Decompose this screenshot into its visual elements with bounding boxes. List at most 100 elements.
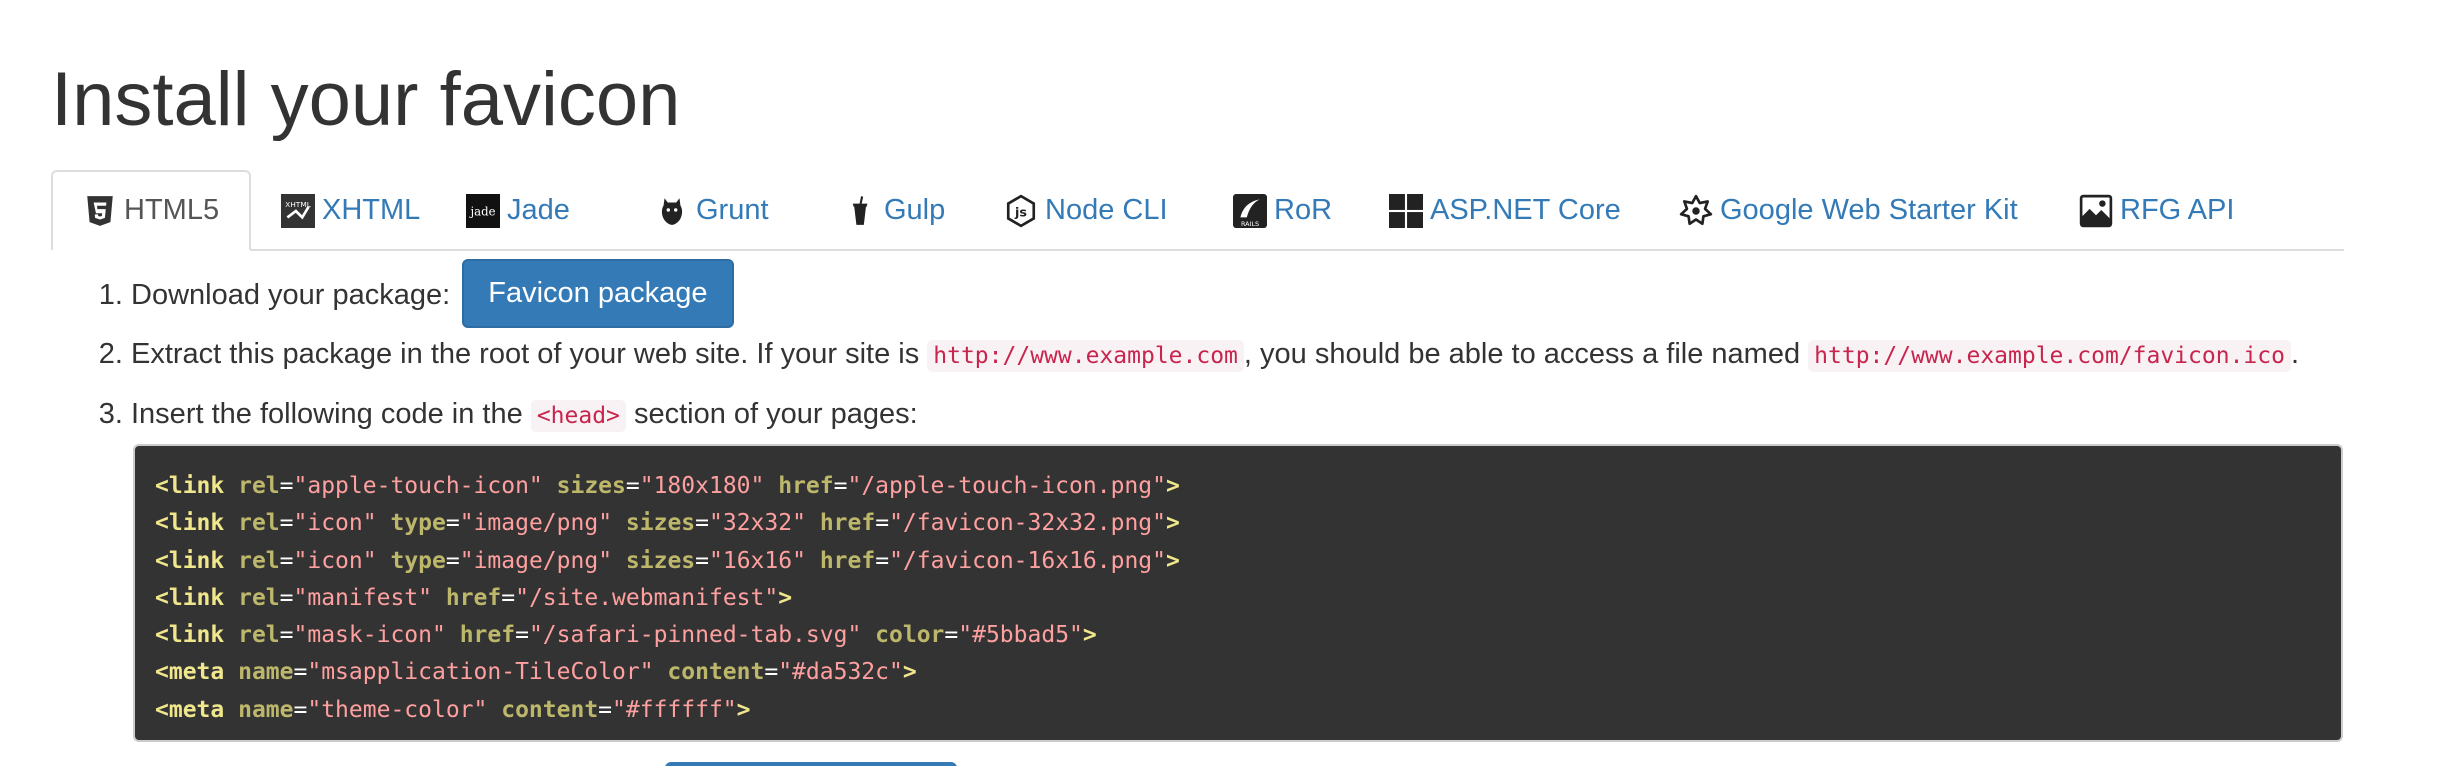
code-value: "/site.webmanifest" — [515, 584, 779, 611]
step-3: Insert the following code in the <head> … — [131, 394, 918, 435]
step-3-prefix: Insert the following code in the — [131, 398, 531, 430]
code-equals: = — [293, 659, 308, 686]
code-value: "icon" — [293, 510, 377, 537]
tab-jade[interactable]: jade Jade — [466, 170, 570, 251]
code-line: <link rel="mask-icon" href="/safari-pinn… — [155, 617, 2321, 654]
code-value: "image/png" — [459, 510, 613, 537]
code-attr: href — [445, 584, 502, 611]
tab-label: Google Web Starter Kit — [1720, 194, 2018, 226]
tab-html5[interactable]: HTML5 — [51, 170, 252, 251]
code-attr: href — [459, 622, 516, 649]
code-attr: type — [390, 547, 446, 574]
tab-rfg-api[interactable]: RFG API — [2079, 170, 2234, 251]
code-attr: href — [778, 473, 834, 499]
code-tag: > — [736, 696, 751, 723]
code-value: "32x32" — [709, 510, 806, 537]
tab-grunt[interactable]: Grunt — [655, 170, 769, 251]
code-value: "#5bbad5" — [958, 622, 1083, 649]
code-attr: content — [501, 696, 599, 723]
code-value: "icon" — [293, 547, 377, 574]
code-attr: rel — [238, 473, 280, 499]
code-attr: rel — [238, 584, 280, 611]
code-equals: = — [293, 696, 308, 723]
tab-label: Jade — [507, 194, 570, 226]
code-equals: = — [279, 622, 294, 649]
tab-bar: HTML5 XHTML XHTML jade Jade Grunt Gulp j… — [51, 170, 2344, 251]
code-attr: href — [819, 547, 876, 574]
tab-google-web-starter-kit[interactable]: Google Web Starter Kit — [1679, 170, 2018, 251]
code-equals: = — [764, 659, 779, 686]
step-2-prefix: Extract this package in the root of your… — [131, 338, 928, 370]
code-equals: = — [279, 584, 294, 611]
code-value: "/favicon-32x32.png" — [889, 510, 1167, 537]
code-line: <link rel="icon" type="image/png" sizes=… — [155, 543, 2321, 580]
svg-text:js: js — [1014, 205, 1027, 220]
code-tag: <link — [155, 510, 225, 537]
tab-aspnet-core[interactable]: ASP.NET Core — [1389, 170, 1621, 251]
tab-gulp[interactable]: Gulp — [843, 170, 945, 251]
step-1-text: Download your package: — [131, 278, 451, 311]
tab-ror[interactable]: RAILS RoR — [1233, 170, 1332, 251]
code-equals: = — [501, 584, 516, 611]
code-equals: = — [279, 547, 294, 574]
code-tag: > — [1082, 622, 1097, 649]
rails-icon: RAILS — [1233, 193, 1267, 228]
code-value: "msapplication-TileColor" — [307, 659, 654, 686]
html5-icon — [83, 194, 117, 228]
code-equals: = — [279, 510, 294, 537]
code-value: "theme-color" — [307, 696, 488, 723]
code-equals: = — [279, 473, 294, 499]
html-code-snippet[interactable]: <link rel="apple-touch-icon" sizes="180x… — [133, 444, 2343, 742]
code-value: "/safari-pinned-tab.svg" — [528, 622, 862, 649]
page: Install your favicon HTML5 XHTML XHTML j… — [0, 0, 2441, 766]
gulp-icon — [843, 194, 877, 228]
code-value: "16x16" — [709, 547, 806, 574]
jade-icon-text: jade — [469, 204, 496, 218]
code-value: "180x180" — [639, 473, 765, 499]
nodejs-icon: js — [1004, 194, 1038, 228]
page-title: Install your favicon — [51, 57, 681, 142]
step-3-suffix: section of your pages: — [625, 398, 918, 430]
tab-label: Gulp — [884, 194, 946, 226]
step-2-middle: , you should be able to access a file na… — [1243, 338, 1809, 370]
next-button-partial[interactable] — [665, 762, 957, 766]
code-tag: <link — [155, 547, 225, 574]
tab-label: Node CLI — [1045, 194, 1168, 226]
code-equals: = — [598, 696, 613, 723]
code-equals: = — [445, 547, 460, 574]
code-value: "mask-icon" — [293, 622, 446, 649]
code-value: "apple-touch-icon" — [293, 473, 543, 499]
tab-label: RFG API — [2120, 194, 2235, 226]
code-tag: > — [778, 584, 793, 611]
code-equals: = — [875, 510, 890, 537]
tab-xhtml[interactable]: XHTML XHTML — [281, 170, 420, 251]
code-attr: name — [238, 659, 294, 686]
code-line: <link rel="apple-touch-icon" sizes="180x… — [155, 468, 2321, 505]
code-tag: <link — [155, 584, 225, 611]
tab-label: HTML5 — [124, 194, 220, 226]
code-equals: = — [445, 510, 460, 537]
favicon-package-button[interactable]: Favicon package — [462, 259, 734, 328]
tab-node-cli[interactable]: js Node CLI — [1004, 170, 1168, 251]
code-attr: type — [390, 510, 446, 537]
code-equals: = — [833, 473, 848, 499]
code-line: <meta name="msapplication-TileColor" con… — [155, 654, 2321, 691]
starter-kit-icon — [1679, 194, 1713, 228]
code-equals: = — [875, 547, 890, 574]
code-attr: content — [667, 659, 765, 686]
head-tag-code: <head> — [530, 400, 626, 432]
